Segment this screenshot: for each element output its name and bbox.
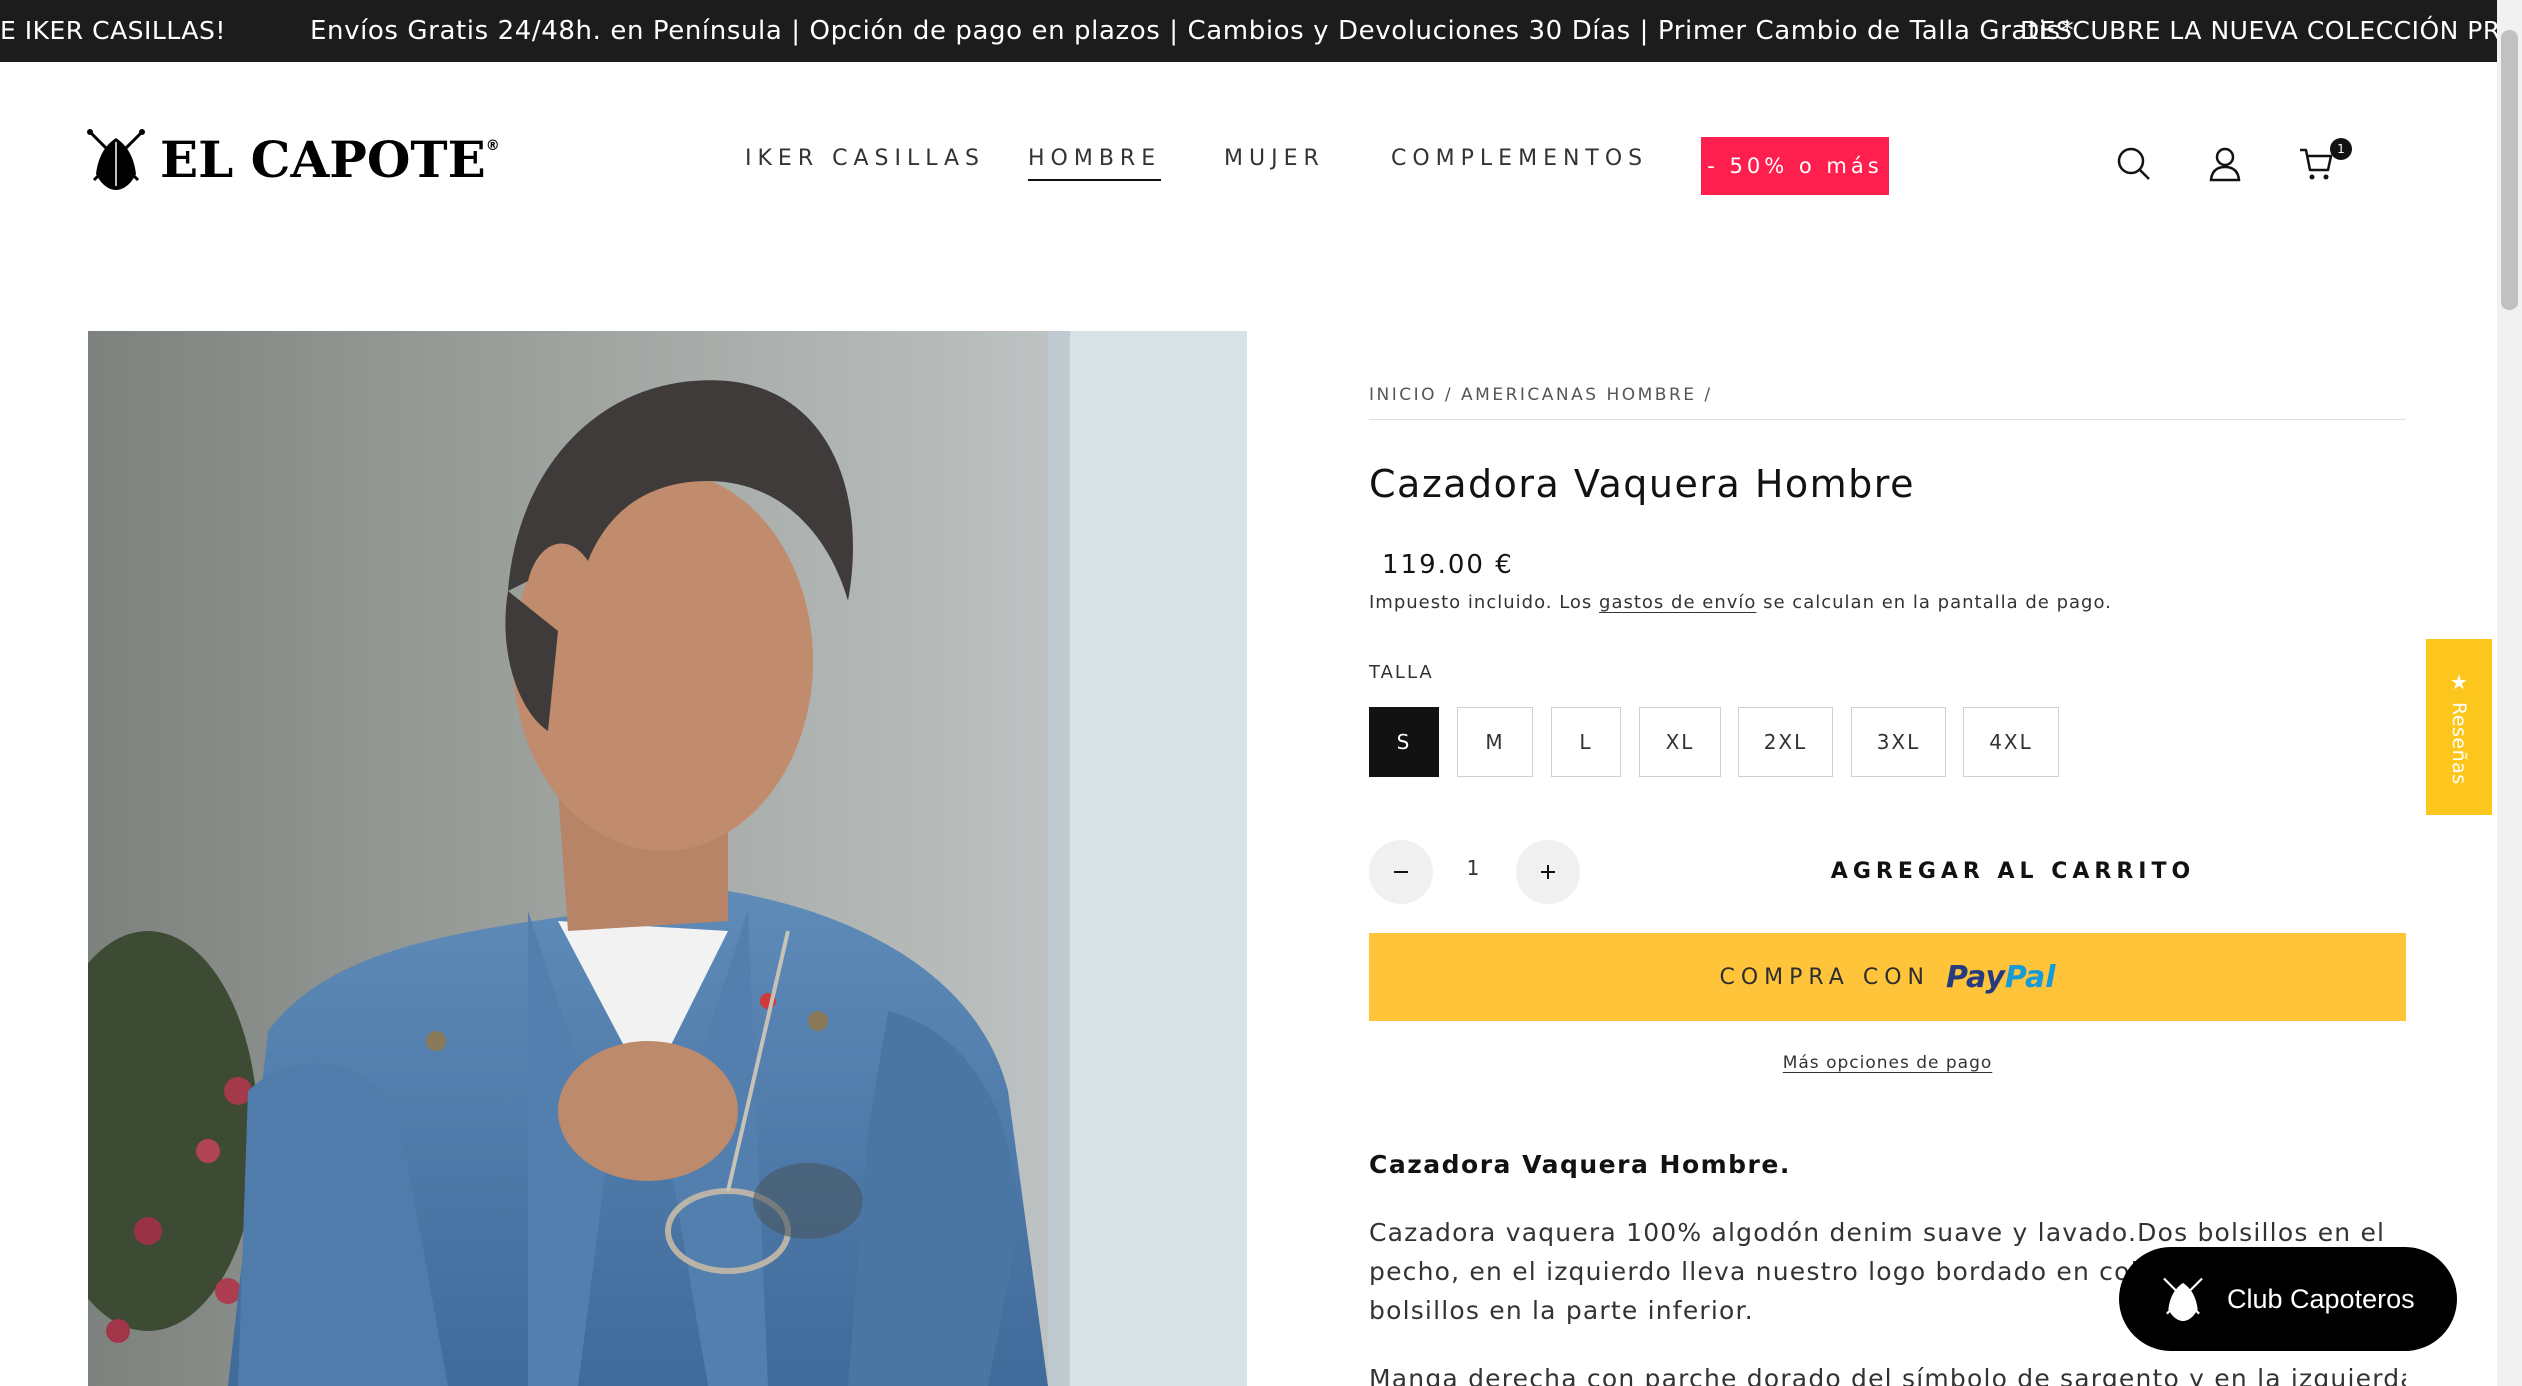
shipping-costs-link[interactable]: gastos de envío xyxy=(1599,592,1756,613)
reviews-tab[interactable]: ★ Reseñas xyxy=(2426,639,2492,815)
logo-text: EL CAPOTE xyxy=(160,130,486,189)
nav-item-sale[interactable]: - 50% o más xyxy=(1701,137,1889,195)
size-option-2xl[interactable]: 2XL xyxy=(1738,707,1833,777)
club-capoteros-button[interactable]: Club Capoteros xyxy=(2119,1247,2457,1351)
size-option-s[interactable]: S xyxy=(1369,707,1439,777)
description-paragraph-2: Manga derecha con parche dorado del símb… xyxy=(1369,1364,2406,1386)
star-icon: ★ xyxy=(2450,669,2468,694)
announcement-right[interactable]: DESCUBRE LA NUEVA COLECCIÓN PRIMAVE xyxy=(2020,0,2497,62)
minus-icon xyxy=(1394,871,1408,873)
search-button[interactable] xyxy=(2110,140,2158,188)
size-label: TALLA xyxy=(1369,662,1434,683)
reviews-tab-label: Reseñas xyxy=(2448,701,2470,785)
account-button[interactable] xyxy=(2201,140,2249,188)
nav-item-complementos[interactable]: COMPLEMENTOS xyxy=(1391,146,1648,171)
size-option-l[interactable]: L xyxy=(1551,707,1621,777)
search-icon xyxy=(2117,147,2150,180)
add-to-cart-button[interactable]: AGREGAR AL CARRITO xyxy=(1620,840,2406,904)
site-logo[interactable]: EL CAPOTE® xyxy=(86,128,500,192)
nav-item-mujer[interactable]: MUJER xyxy=(1224,146,1325,171)
logo-registered: ® xyxy=(485,138,500,154)
el-capote-logo-icon xyxy=(87,129,145,190)
club-logo-icon xyxy=(2163,1277,2203,1321)
size-option-3xl[interactable]: 3XL xyxy=(1851,707,1946,777)
plus-icon xyxy=(1541,865,1555,879)
product-price: 119.00 € xyxy=(1382,550,1514,580)
tax-note-before: Impuesto incluido. Los xyxy=(1369,592,1600,613)
paypal-prefix: COMPRA CON xyxy=(1719,964,1930,990)
account-icon xyxy=(2209,147,2241,182)
club-capoteros-label: Club Capoteros xyxy=(2227,1283,2415,1314)
breadcrumb-divider xyxy=(1369,419,2406,420)
size-option-xl[interactable]: XL xyxy=(1639,707,1721,777)
man-in-denim-jacket-photo xyxy=(88,331,1247,1386)
product-title: Cazadora Vaquera Hombre xyxy=(1369,462,1915,506)
announcement-bar: E IKER CASILLAS! Envíos Gratis 24/48h. e… xyxy=(0,0,2497,62)
size-option-4xl[interactable]: 4XL xyxy=(1963,707,2059,777)
tax-note-after: se calculan en la pantalla de pago. xyxy=(1756,592,2112,613)
quantity-input[interactable]: 1 xyxy=(1443,856,1503,880)
quantity-decrease-button[interactable] xyxy=(1369,840,1433,904)
cart-count-badge: 1 xyxy=(2330,138,2352,160)
description-heading: Cazadora Vaquera Hombre. xyxy=(1369,1150,1791,1179)
product-image[interactable] xyxy=(88,331,1247,1386)
scrollbar-thumb[interactable] xyxy=(2501,30,2518,310)
size-option-m[interactable]: M xyxy=(1457,707,1533,777)
site-header: EL CAPOTE® IKER CASILLAS HOMBRE MUJER CO… xyxy=(0,62,2497,272)
paypal-logo: PayPal xyxy=(1945,959,2056,995)
breadcrumb[interactable]: INICIO / AMERICANAS HOMBRE / xyxy=(1369,385,1713,405)
announcement-main[interactable]: Envíos Gratis 24/48h. en Península | Opc… xyxy=(310,0,2074,62)
more-payment-options: Más opciones de pago xyxy=(1369,1053,2406,1073)
announcement-left[interactable]: E IKER CASILLAS! xyxy=(0,0,226,62)
tax-note: Impuesto incluido. Los gastos de envío s… xyxy=(1369,592,2112,613)
nav-item-iker-casillas[interactable]: IKER CASILLAS xyxy=(745,146,985,171)
more-payment-link[interactable]: Más opciones de pago xyxy=(1783,1053,1993,1073)
page-scrollbar[interactable] xyxy=(2497,0,2522,1386)
paypal-button[interactable]: COMPRA CON PayPal xyxy=(1369,933,2406,1021)
nav-item-hombre[interactable]: HOMBRE xyxy=(1028,146,1162,181)
quantity-increase-button[interactable] xyxy=(1516,840,1580,904)
cart-icon xyxy=(2300,148,2333,180)
